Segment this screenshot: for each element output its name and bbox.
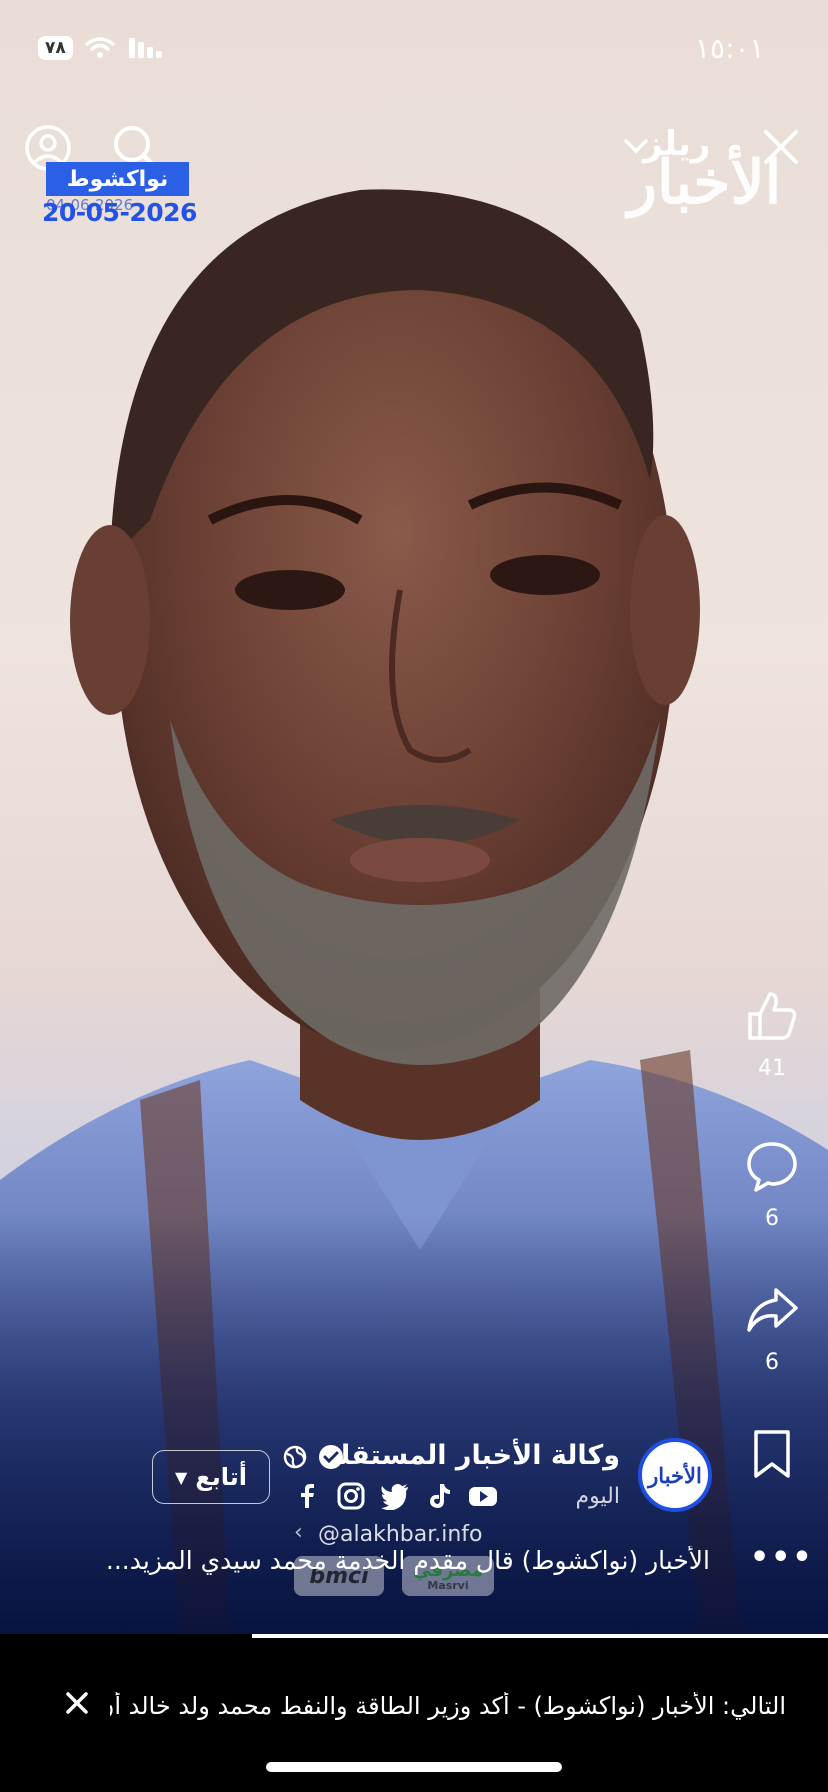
post-caption[interactable]: الأخبار (نواكشوط) قال مقدم الخدمة محمد س… (30, 1546, 710, 1575)
twitter-icon (381, 1484, 408, 1510)
youtube-icon (469, 1487, 497, 1506)
comment-icon (747, 1142, 797, 1192)
wifi-icon (85, 37, 115, 58)
sponsor2-sublabel: Masrvi (427, 1578, 469, 1592)
facebook-icon (301, 1484, 314, 1508)
location-tag: نواكشوط (46, 162, 189, 196)
caret-down-icon: ▼ (175, 1467, 188, 1487)
instagram-icon (337, 1482, 365, 1510)
brand-watermark: الأخبار (628, 148, 782, 218)
follow-label: أتابع (195, 1463, 247, 1491)
signal-icon (128, 38, 162, 58)
comment-count: 6 (765, 1206, 779, 1231)
bookmark-icon[interactable] (750, 1428, 794, 1480)
home-indicator[interactable] (266, 1762, 562, 1772)
comment-button[interactable]: 6 (740, 1138, 804, 1231)
chevron-left-icon: ‹ (294, 1520, 303, 1545)
like-button[interactable]: 41 (740, 988, 804, 1081)
like-count: 41 (758, 1056, 786, 1081)
close-icon[interactable] (62, 1688, 92, 1718)
follow-button[interactable]: ▼ أتابع (152, 1450, 270, 1504)
thumbs-up-icon (748, 992, 797, 1040)
status-time: ١٥:٠١ (695, 32, 765, 65)
tiktok-icon (430, 1484, 450, 1508)
more-icon[interactable]: ••• (750, 1540, 814, 1575)
share-count: 6 (765, 1350, 779, 1375)
page-handle[interactable]: @alakhbar.info (318, 1522, 482, 1547)
date-tag: 20-05-2026 (42, 198, 197, 227)
social-icons (292, 1482, 498, 1510)
video-frame[interactable] (0, 0, 828, 1635)
up-next-text[interactable]: التالي: الأخبار (نواكشوط) - أكد وزير الط… (110, 1692, 786, 1720)
share-icon (747, 1288, 798, 1332)
status-icons: ٧٨ (38, 36, 165, 60)
globe-icon (283, 1445, 307, 1469)
battery-icon: ٧٨ (38, 36, 73, 60)
verified-icon (319, 1445, 343, 1469)
avatar[interactable]: الأخبار (638, 1438, 712, 1512)
share-button[interactable]: 6 (740, 1282, 804, 1375)
post-timestamp: اليوم (575, 1484, 620, 1509)
